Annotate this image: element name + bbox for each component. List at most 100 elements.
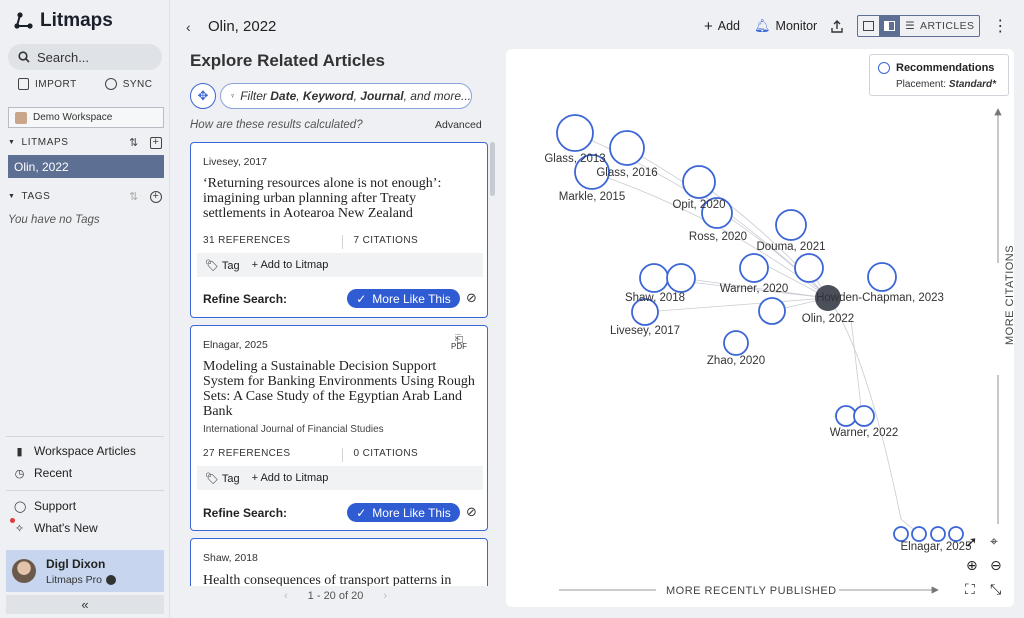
article-card[interactable]: Livesey, 2017 ‘Returning resources alone… [190,142,488,318]
node-warner-2022[interactable] [835,405,857,427]
node-douma-2021[interactable] [775,209,807,241]
citation-map[interactable]: Glass, 2013 Glass, 2016 Markle, 2015 Opi… [506,49,1016,607]
support-link[interactable]: ◯ Support [14,499,76,513]
node-unlabeled[interactable] [794,253,824,283]
label-opit-2020: Opit, 2020 [672,199,725,211]
divider [342,448,344,462]
litmap-label: Olin, 2022 [14,159,69,174]
article-title[interactable]: Modeling a Sustainable Decision Support … [203,359,475,419]
article-card[interactable]: Shaw, 2018 Health consequences of transp… [190,538,488,586]
map-legend[interactable]: Recommendations Placement: Standard* [869,54,1009,96]
fit-view-icon[interactable]: ⛶ [965,581,975,598]
node-howden-chapman-2023[interactable] [867,262,897,292]
label-elnagar-2025: Elnagar, 2025 [901,541,972,553]
article-title[interactable]: Health consequences of transport pattern… [203,573,475,586]
add-to-litmap-button[interactable]: + Add to Litmap [252,472,329,484]
article-list: Livesey, 2017 ‘Returning resources alone… [190,142,488,586]
workspace-articles-link[interactable]: ▮ Workspace Articles [14,444,136,458]
node-glass-2013[interactable] [556,114,594,152]
advanced-link[interactable]: Advanced [435,119,482,131]
monitor-button[interactable]: 🔔︎ Monitor [754,18,817,34]
back-button[interactable]: ‹ [186,19,191,35]
add-to-litmap-button[interactable]: + Add to Litmap [252,259,329,271]
zoom-in-icon[interactable]: ⊕ [966,557,978,574]
sync-icon [104,78,117,90]
node-unlabeled[interactable] [853,405,875,427]
references-count[interactable]: 27 REFERENCES [203,448,290,462]
divider [6,490,164,491]
node-unlabeled[interactable] [948,526,964,542]
legend-placement-value: Standard* [948,79,997,90]
map-canvas[interactable]: Glass, 2013 Glass, 2016 Markle, 2015 Opi… [506,49,1014,607]
litmaps-section-header[interactable]: ▼ LITMAPS ⇅ + [8,136,162,149]
node-warner-2020[interactable] [739,253,769,283]
article-title[interactable]: ‘Returning resources alone is not enough… [203,176,475,221]
user-profile[interactable]: Digl Dixon Litmaps Pro [6,550,164,592]
add-button[interactable]: + Add [704,18,740,35]
map-view-button[interactable] [858,16,879,36]
recent-link[interactable]: ◷ Recent [14,466,72,480]
sidebar-item-olin-2022[interactable]: Olin, 2022 [8,155,164,178]
app-logo[interactable]: Litmaps [14,10,113,32]
sort-icon[interactable]: ⇅ [128,136,140,149]
workspace-avatar [15,111,27,124]
workspace-selector[interactable]: Demo Workspace [8,107,164,128]
filter-input[interactable]: Filter Date, Keyword, Journal, and more.… [220,83,472,109]
label-glass-2013: Glass, 2013 [544,153,605,165]
prev-page-button[interactable]: ‹ [284,590,288,602]
node-unlabeled[interactable] [666,263,696,293]
add-litmap-icon[interactable]: + [150,136,162,149]
whats-new-link[interactable]: ✧ What's New [10,517,98,535]
import-button[interactable]: IMPORT [18,78,77,90]
check-icon: ✓ [356,291,367,306]
add-tag-icon[interactable]: + [150,190,162,203]
cursor-icon: ➚ [965,534,978,551]
citations-count[interactable]: 0 CITATIONS [353,448,418,462]
rearrange-icon[interactable]: ⤡ [990,581,1001,598]
search-placeholder: Search... [37,49,90,65]
litmaps-label: LITMAPS [21,137,69,148]
workspace-articles-label: Workspace Articles [34,444,136,458]
more-options-icon[interactable]: ⋮ [992,16,1008,36]
recenter-icon[interactable]: ⌖ [990,533,998,550]
label-warner-2020: Warner, 2020 [720,283,789,295]
tag-button[interactable]: 🏷︎ Tag [205,472,240,485]
search-input[interactable]: Search... [8,44,162,70]
collapse-sidebar-button[interactable]: « [6,595,164,614]
logo-text: Litmaps [40,10,113,31]
pdf-icon[interactable]: ⎗ PDF [451,335,467,351]
exclude-icon[interactable]: ⊘ [466,290,477,306]
article-card[interactable]: Elnagar, 2025 ⎗ PDF Modeling a Sustainabl… [190,325,488,531]
exclude-icon[interactable]: ⊘ [466,504,477,520]
split-view-button[interactable] [879,16,901,36]
label-howden-chapman-2023: Howden-Chapman, 2023 [816,292,944,304]
view-switcher[interactable]: ☰ ARTICLES [857,15,981,37]
node-unlabeled[interactable] [758,297,786,325]
explore-toggle-button[interactable]: ✥ [190,83,216,109]
node-unlabeled[interactable] [893,526,909,542]
node-shaw-2018[interactable] [639,263,669,293]
sync-button[interactable]: SYNC [104,78,153,90]
references-count[interactable]: 31 REFERENCES [203,235,290,249]
more-like-this-button[interactable]: ✓ More Like This [347,503,460,522]
share-button[interactable] [831,19,843,33]
citations-count[interactable]: 7 CITATIONS [353,235,418,249]
scrollbar[interactable] [490,142,495,196]
node-opit-2020[interactable] [682,165,716,199]
node-glass-2016[interactable] [609,130,645,166]
zoom-out-icon[interactable]: ⊖ [990,557,1002,574]
articles-view-button[interactable]: ☰ ARTICLES [900,16,979,36]
node-unlabeled[interactable] [911,526,927,542]
node-elnagar-2025[interactable] [930,526,946,542]
user-name: Digl Dixon [46,556,106,571]
tags-section-header[interactable]: ▼ TAGS ⇅ + [8,190,162,203]
tag-button[interactable]: 🏷︎ Tag [205,259,240,272]
history-icon: ◷ [14,467,25,480]
label-glass-2016: Glass, 2016 [596,167,657,179]
how-calculated-link[interactable]: How are these results calculated? [190,119,363,131]
node-zhao-2020[interactable] [723,330,749,356]
label-ross-2020: Ross, 2020 [689,231,747,243]
more-like-this-button[interactable]: ✓ More Like This [347,289,460,308]
next-page-button[interactable]: › [383,590,387,602]
caret-down-icon: ▼ [8,139,16,146]
